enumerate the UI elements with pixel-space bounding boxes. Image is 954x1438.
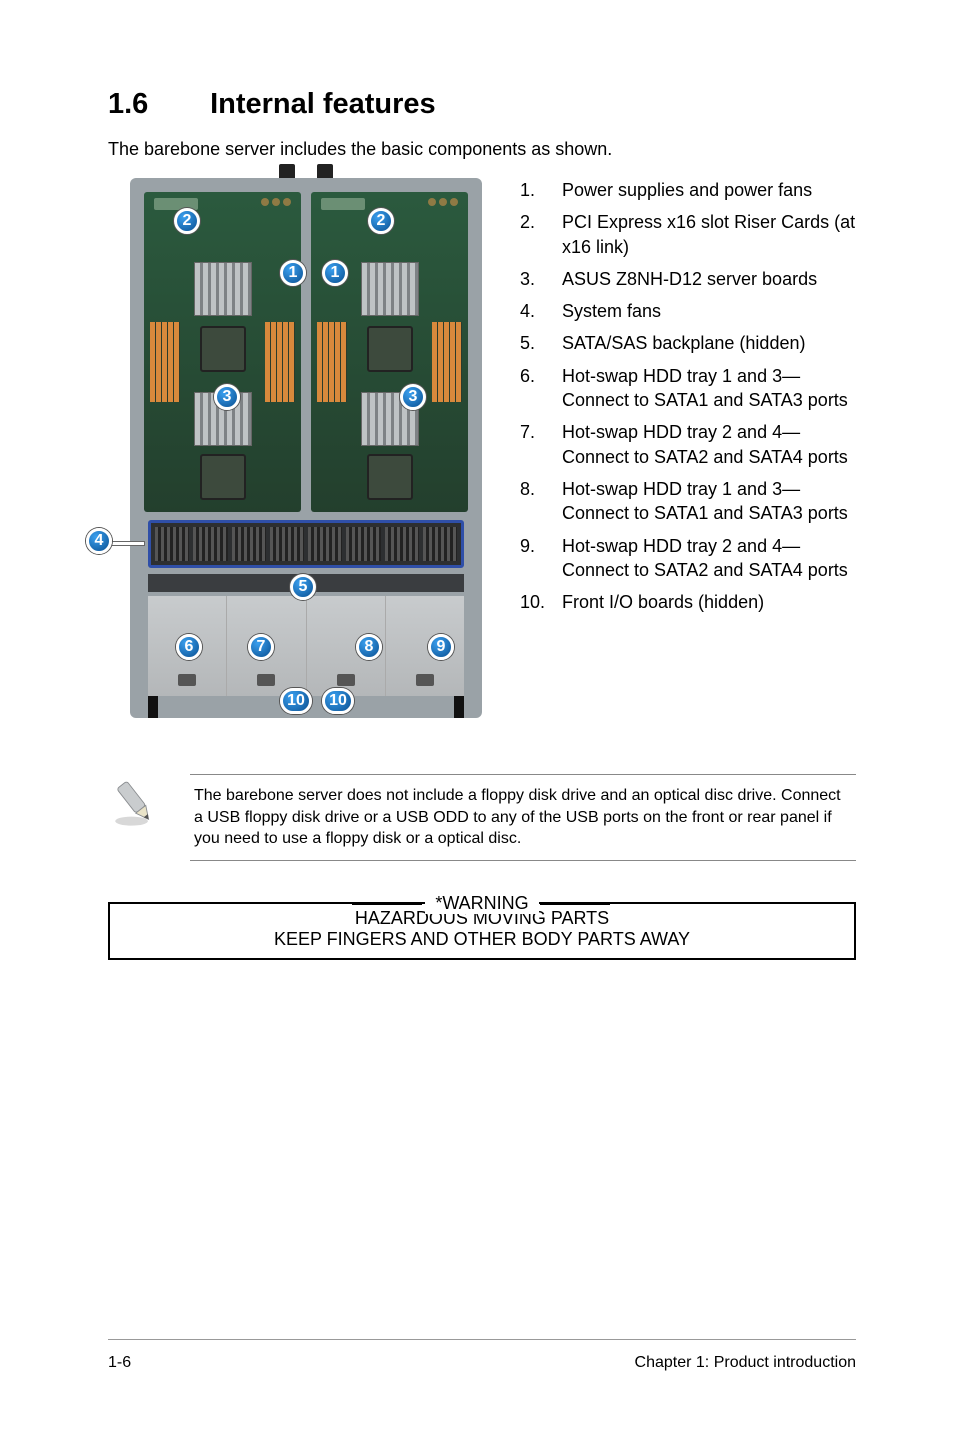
callout-2b: 2 bbox=[368, 208, 394, 234]
callout-5: 5 bbox=[290, 574, 316, 600]
callout-7: 7 bbox=[248, 634, 274, 660]
note-block: The barebone server does not include a f… bbox=[108, 774, 856, 861]
heatsink bbox=[194, 262, 252, 316]
item-text: Hot-swap HDD tray 1 and 3—Connect to SAT… bbox=[562, 364, 856, 413]
capacitors bbox=[261, 198, 291, 206]
feature-list: 1.Power supplies and power fans 2.PCI Ex… bbox=[520, 178, 856, 614]
callout-4: 4 bbox=[86, 528, 112, 554]
item-number: 6. bbox=[520, 364, 562, 413]
warning-rule-left bbox=[352, 903, 422, 905]
callout-10a: 10 bbox=[280, 688, 312, 714]
section-number: 1.6 bbox=[108, 88, 202, 121]
fan bbox=[155, 527, 189, 561]
feature-item: 5.SATA/SAS backplane (hidden) bbox=[520, 331, 856, 355]
cpu-socket bbox=[200, 454, 246, 500]
fan bbox=[232, 527, 266, 561]
item-text: Hot-swap HDD tray 2 and 4—Connect to SAT… bbox=[562, 420, 856, 469]
feature-item: 4.System fans bbox=[520, 299, 856, 323]
document-page: 1.6 Internal features The barebone serve… bbox=[0, 0, 954, 1438]
fan-slots bbox=[155, 527, 457, 561]
psu-tabs bbox=[279, 164, 333, 178]
callout-6: 6 bbox=[176, 634, 202, 660]
server-board-right bbox=[311, 192, 468, 512]
item-number: 4. bbox=[520, 299, 562, 323]
dimm-slots bbox=[150, 322, 180, 402]
fan bbox=[270, 527, 304, 561]
capacitors bbox=[428, 198, 458, 206]
callout-8: 8 bbox=[356, 634, 382, 660]
item-number: 5. bbox=[520, 331, 562, 355]
cpu-socket bbox=[367, 454, 413, 500]
content-row: 1 1 2 2 3 3 4 5 6 7 8 9 10 10 bbox=[108, 178, 856, 734]
feature-list-column: 1.Power supplies and power fans 2.PCI Ex… bbox=[504, 178, 856, 622]
section-heading: 1.6 Internal features bbox=[108, 88, 856, 121]
callout-1a: 1 bbox=[280, 260, 306, 286]
server-diagram: 1 1 2 2 3 3 4 5 6 7 8 9 10 10 bbox=[130, 178, 482, 734]
fan bbox=[308, 527, 342, 561]
warning-block: *WARNING HAZARDOUS MOVING PARTS KEEP FIN… bbox=[108, 893, 856, 960]
callout-9: 9 bbox=[428, 634, 454, 660]
note-pencil-icon bbox=[108, 774, 166, 832]
pcie-slot bbox=[321, 198, 365, 210]
item-number: 2. bbox=[520, 210, 562, 259]
psu-tab bbox=[317, 164, 333, 178]
dimm-slots bbox=[432, 322, 462, 402]
dimm-slots bbox=[265, 322, 295, 402]
item-text: SATA/SAS backplane (hidden) bbox=[562, 331, 856, 355]
chapter-label: Chapter 1: Product introduction bbox=[635, 1354, 856, 1372]
warning-title: *WARNING bbox=[425, 893, 538, 914]
rack-ear bbox=[454, 696, 464, 718]
fan bbox=[385, 527, 419, 561]
item-number: 9. bbox=[520, 534, 562, 583]
intro-paragraph: The barebone server includes the basic c… bbox=[108, 139, 856, 160]
callout-10b: 10 bbox=[322, 688, 354, 714]
feature-item: 9.Hot-swap HDD tray 2 and 4—Connect to S… bbox=[520, 534, 856, 583]
callout-2a: 2 bbox=[174, 208, 200, 234]
callout-3b: 3 bbox=[400, 384, 426, 410]
callout-3a: 3 bbox=[214, 384, 240, 410]
feature-item: 1.Power supplies and power fans bbox=[520, 178, 856, 202]
item-number: 7. bbox=[520, 420, 562, 469]
warning-title-row: *WARNING bbox=[108, 893, 856, 914]
item-text: ASUS Z8NH-D12 server boards bbox=[562, 267, 856, 291]
fan bbox=[193, 527, 227, 561]
item-text: System fans bbox=[562, 299, 856, 323]
page-number: 1-6 bbox=[108, 1354, 131, 1372]
note-text: The barebone server does not include a f… bbox=[190, 774, 856, 861]
fan bbox=[346, 527, 380, 561]
board-area bbox=[144, 192, 468, 512]
leader-line-4 bbox=[110, 542, 144, 545]
fan bbox=[423, 527, 457, 561]
warning-line2: KEEP FINGERS AND OTHER BODY PARTS AWAY bbox=[120, 929, 844, 950]
item-text: Hot-swap HDD tray 2 and 4—Connect to SAT… bbox=[562, 534, 856, 583]
dimm-slots bbox=[317, 322, 347, 402]
page-footer: 1-6 Chapter 1: Product introduction bbox=[108, 1339, 856, 1372]
feature-item: 6.Hot-swap HDD tray 1 and 3—Connect to S… bbox=[520, 364, 856, 413]
feature-item: 2.PCI Express x16 slot Riser Cards (at x… bbox=[520, 210, 856, 259]
feature-item: 7.Hot-swap HDD tray 2 and 4—Connect to S… bbox=[520, 420, 856, 469]
warning-rule-right bbox=[540, 903, 610, 905]
cpu-socket bbox=[367, 326, 413, 372]
item-text: Power supplies and power fans bbox=[562, 178, 856, 202]
section-title: Internal features bbox=[210, 88, 436, 120]
system-fan-row bbox=[148, 520, 464, 568]
heatsink bbox=[361, 262, 419, 316]
feature-item: 10.Front I/O boards (hidden) bbox=[520, 590, 856, 614]
feature-item: 8.Hot-swap HDD tray 1 and 3—Connect to S… bbox=[520, 477, 856, 526]
item-number: 8. bbox=[520, 477, 562, 526]
callout-1b: 1 bbox=[322, 260, 348, 286]
item-text: Hot-swap HDD tray 1 and 3—Connect to SAT… bbox=[562, 477, 856, 526]
figure-column: 1 1 2 2 3 3 4 5 6 7 8 9 10 10 bbox=[108, 178, 504, 734]
item-number: 3. bbox=[520, 267, 562, 291]
cpu-socket bbox=[200, 326, 246, 372]
psu-tab bbox=[279, 164, 295, 178]
item-number: 1. bbox=[520, 178, 562, 202]
feature-item: 3.ASUS Z8NH-D12 server boards bbox=[520, 267, 856, 291]
item-number: 10. bbox=[520, 590, 562, 614]
server-board-left bbox=[144, 192, 301, 512]
rack-ear bbox=[148, 696, 158, 718]
item-text: Front I/O boards (hidden) bbox=[562, 590, 856, 614]
item-text: PCI Express x16 slot Riser Cards (at x16… bbox=[562, 210, 856, 259]
